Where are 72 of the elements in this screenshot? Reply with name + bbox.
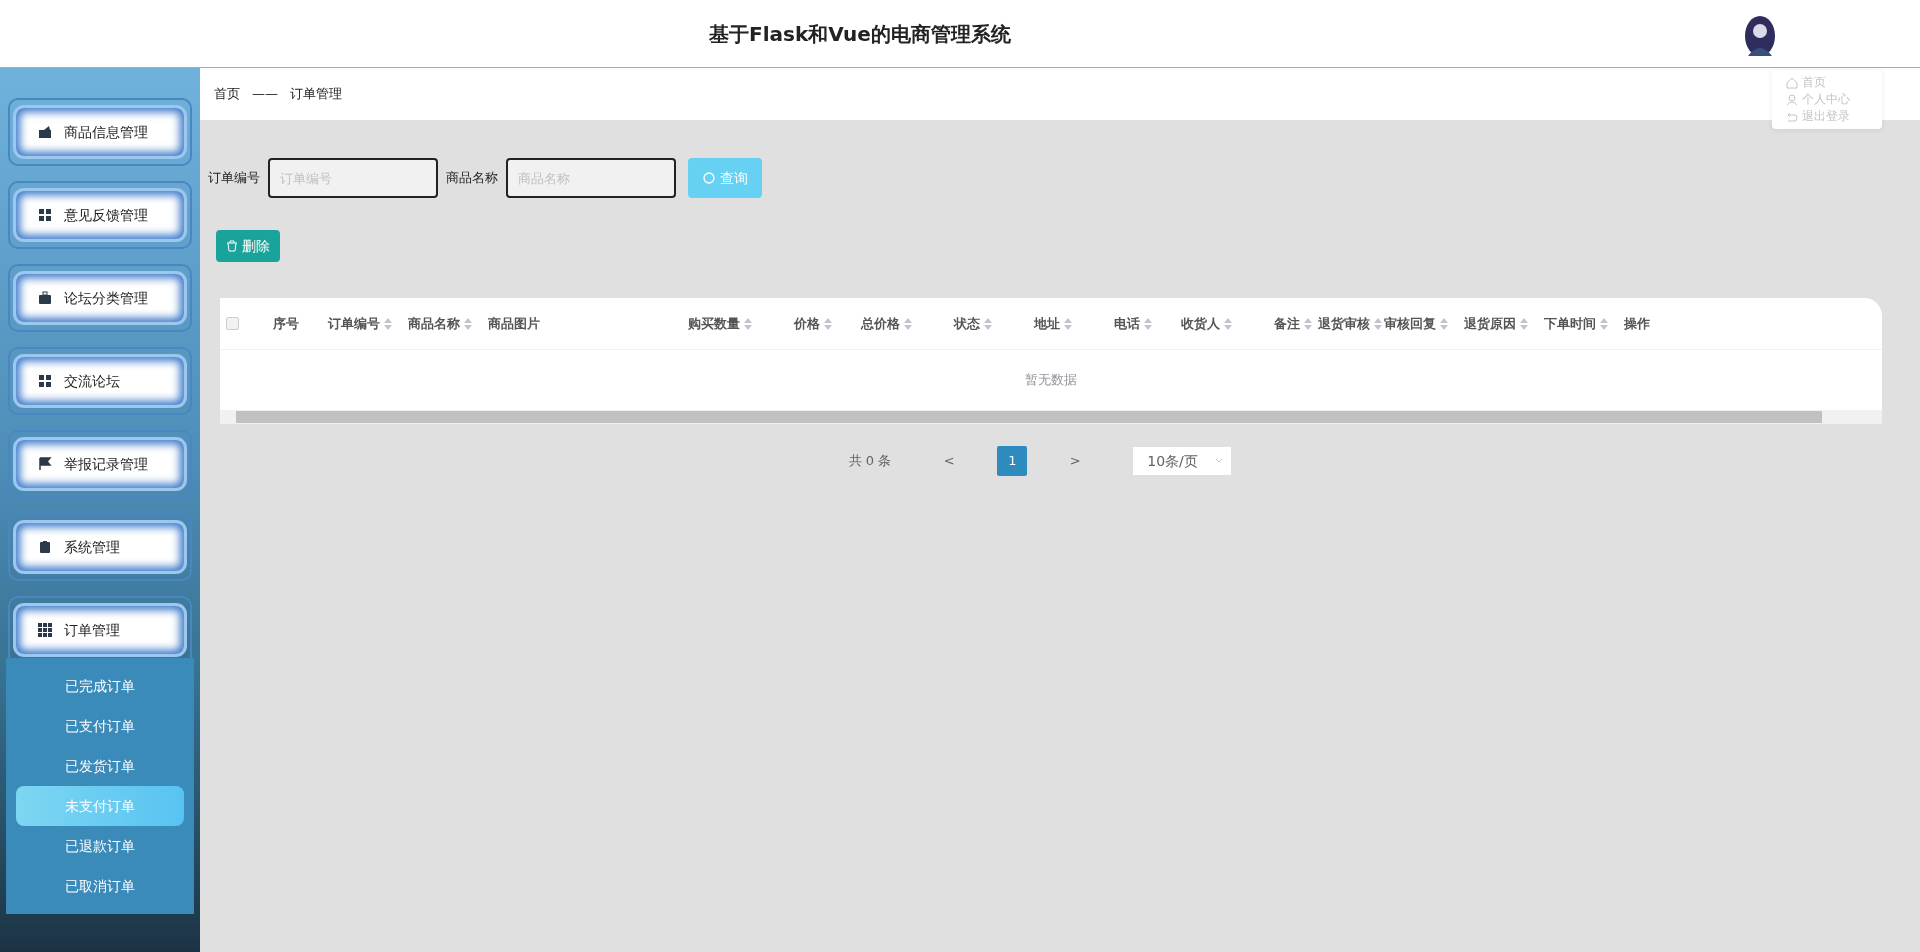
sort-icon [464, 317, 472, 330]
sort-icon [824, 317, 832, 330]
column-header: 总价格 [861, 314, 900, 333]
column-header: 退货原因 [1464, 314, 1516, 333]
logout-icon [1786, 110, 1798, 123]
column-header: 状态 [954, 314, 980, 333]
column-header: 操作 [1624, 314, 1650, 333]
next-page-button[interactable]: > [1057, 446, 1094, 476]
column-header: 序号 [273, 314, 299, 333]
empty-message: 暂无数据 [1025, 371, 1077, 390]
sidebar-item[interactable]: 交流论坛 [16, 357, 184, 405]
column-header: 审核回复 [1384, 314, 1436, 333]
avatar[interactable] [1743, 14, 1777, 58]
sort-icon [1064, 317, 1072, 330]
column-header: 备注 [1274, 314, 1300, 333]
clipboard-icon [38, 540, 52, 554]
caret-icon [1215, 458, 1224, 464]
grid-icon [38, 374, 52, 388]
briefcase-icon [38, 291, 52, 305]
breadcrumb-item[interactable]: 首页 [214, 84, 240, 104]
sort-icon [1224, 317, 1232, 330]
column-header: 地址 [1034, 314, 1060, 333]
submenu-item[interactable]: 已发货订单 [16, 746, 184, 786]
sort-icon [1600, 317, 1608, 330]
sidebar-item[interactable]: 论坛分类管理 [16, 274, 184, 322]
sidebar-item[interactable]: 意见反馈管理 [16, 191, 184, 239]
column-header: 购买数量 [688, 314, 740, 333]
sort-icon [744, 317, 752, 330]
sort-icon [1374, 317, 1382, 330]
prev-page-button[interactable]: < [931, 446, 968, 476]
field-label: 商品名称 [446, 169, 498, 188]
column-header: 收货人 [1181, 314, 1220, 333]
flag-icon [38, 457, 52, 471]
sidebar-item[interactable]: 系统管理 [16, 523, 184, 571]
submenu-item[interactable]: 已退款订单 [16, 826, 184, 866]
field-label: 订单编号 [208, 169, 260, 188]
total-count: 共 0 条 [848, 452, 892, 471]
checkbox[interactable] [226, 317, 239, 330]
user-icon [1786, 93, 1798, 106]
column-header: 价格 [794, 314, 820, 333]
column-header: 下单时间 [1544, 314, 1596, 333]
column-header: 退货审核 [1318, 314, 1370, 333]
sort-icon [904, 317, 912, 330]
sidebar-item[interactable]: 订单管理 [16, 606, 184, 654]
sort-icon [1304, 317, 1312, 330]
delete-button[interactable]: 删除 [216, 230, 280, 262]
app-title: 基于Flask和Vue的电商管理系统 [709, 20, 1011, 48]
apps-icon [38, 623, 52, 637]
column-header: 订单编号 [328, 314, 380, 333]
page-button[interactable]: 1 [997, 446, 1028, 476]
trash-icon [226, 240, 238, 252]
sort-icon [984, 317, 992, 330]
search-icon [702, 171, 716, 185]
sort-icon [1520, 317, 1528, 330]
home-icon [1786, 76, 1798, 89]
column-header: 商品名称 [408, 314, 460, 333]
breadcrumb-separator: —— [252, 85, 278, 104]
submenu-item[interactable]: 已支付订单 [16, 706, 184, 746]
sort-icon [1144, 317, 1152, 330]
sidebar-item[interactable]: 举报记录管理 [16, 440, 184, 488]
sort-icon [1440, 317, 1448, 330]
horizontal-scrollbar[interactable] [220, 410, 1882, 424]
column-header: 商品图片 [488, 314, 540, 333]
sidebar-item[interactable]: 商品信息管理 [16, 108, 184, 156]
sort-icon [384, 317, 392, 330]
wallet-icon [38, 125, 52, 139]
page-size-select[interactable]: 10条/页 [1133, 447, 1232, 475]
column-header: 电话 [1114, 314, 1140, 333]
submenu-item[interactable]: 已取消订单 [16, 866, 184, 906]
submenu-item[interactable]: 已完成订单 [16, 666, 184, 706]
breadcrumb-item[interactable]: 订单管理 [290, 84, 342, 104]
grid-icon [38, 208, 52, 222]
